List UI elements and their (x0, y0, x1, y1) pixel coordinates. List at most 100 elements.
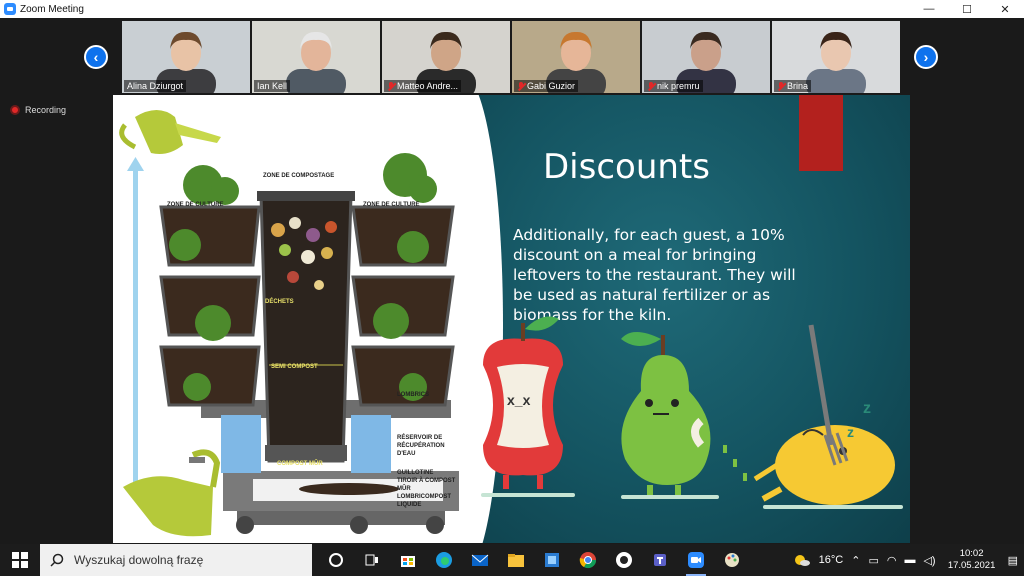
edge-app-button[interactable] (428, 544, 460, 576)
explorer-app-button[interactable] (500, 544, 532, 576)
weather-icon (794, 555, 810, 566)
clock-time: 10:02 (959, 548, 984, 559)
notifications-icon[interactable]: ▤ (1008, 554, 1018, 567)
device-icon[interactable]: ▭ (868, 554, 878, 567)
teams-app-button[interactable] (644, 544, 676, 576)
task-view-button[interactable] (356, 544, 388, 576)
slide-title: Discounts (543, 147, 710, 187)
prev-participants-button[interactable]: ‹ (84, 45, 108, 69)
wifi-icon[interactable]: ◠ (887, 554, 897, 567)
windows-taskbar: Wyszukaj dowolną frazę 16°C ⌃ ▭ ◠ ▬ ◁) 1… (0, 544, 1024, 576)
maximize-button[interactable]: ☐ (948, 0, 986, 18)
label-zone-culture-right: ZONE DE CULTURE (363, 202, 420, 208)
store-app-button[interactable] (392, 544, 424, 576)
search-placeholder: Wyszukaj dowolną frazę (74, 553, 204, 567)
photos-app-button[interactable] (536, 544, 568, 576)
label-semi-compost: SEMI COMPOST (271, 364, 318, 370)
compost-tower-diagram: ZONE DE COMPOSTAGE ZONE DE CULTURE ZONE … (119, 110, 459, 537)
participant-name-label: Ian Kell (254, 80, 291, 92)
meeting-area: ‹ Alina Dziurgot Ian Kell Matteo Andre... G… (0, 18, 1024, 544)
participant-name: Ian Kell (257, 81, 288, 91)
mic-muted-icon (777, 81, 785, 91)
app-button-2[interactable] (608, 544, 640, 576)
label-reservoir-2: RÉCUPÉRATION (397, 441, 445, 449)
label-lombricompost-2: LIQUIDE (397, 502, 421, 508)
label-lombricompost-1: LOMBRICOMPOST (397, 494, 451, 500)
participant-name: Matteo Andre... (397, 81, 459, 91)
participant-name-label: Gabi Guzior (514, 80, 579, 92)
label-lombrics: LOMBRICS (397, 392, 429, 398)
participant-name: Brina (787, 81, 809, 91)
shared-screen-slide: Discounts Additionally, for each guest, … (113, 95, 910, 543)
recording-label: Recording (25, 105, 67, 115)
taskbar-search-box[interactable]: Wyszukaj dowolną frazę (40, 544, 312, 576)
close-button[interactable]: ✕ (986, 0, 1024, 18)
chevron-up-icon[interactable]: ⌃ (851, 554, 860, 567)
clock-date: 17.05.2021 (947, 560, 996, 571)
store-icon (401, 556, 415, 567)
sleeping-potato-icon: z z (753, 324, 903, 509)
zoom-icon (688, 552, 704, 568)
participant-name-label: Matteo Andre... (384, 80, 462, 92)
zoom-app-icon (4, 3, 16, 15)
participant-tile[interactable]: Alina Dziurgot (122, 21, 250, 93)
teams-icon (654, 554, 666, 566)
record-icon (10, 105, 20, 115)
paint-icon (725, 553, 739, 567)
zoom-app-button[interactable] (680, 544, 712, 576)
participant-name: Gabi Guzior (527, 81, 576, 91)
window-titlebar: Zoom Meeting — ☐ ✕ (0, 0, 1024, 18)
recording-indicator[interactable]: Recording (10, 105, 66, 115)
participant-strip: Alina Dziurgot Ian Kell Matteo Andre... Gab… (122, 21, 900, 93)
participant-name-label: Alina Dziurgot (124, 80, 187, 92)
mic-muted-icon (647, 81, 655, 91)
apple-eyes-icon: x_x (507, 392, 531, 408)
paint-app-button[interactable] (716, 544, 748, 576)
mic-muted-icon (517, 81, 525, 91)
chrome-icon (579, 552, 597, 569)
volume-icon[interactable]: ◁) (923, 554, 935, 567)
battery-icon[interactable]: ▬ (904, 554, 915, 566)
participant-name-label: Brina (774, 80, 812, 92)
participant-tile[interactable]: Matteo Andre... (382, 21, 510, 93)
task-view-icon (365, 554, 378, 566)
water-flow-arrow-icon (127, 157, 144, 487)
minimize-button[interactable]: — (910, 0, 948, 18)
label-reservoir-1: RÉSERVOIR DE (397, 433, 442, 441)
system-tray: 16°C ⌃ ▭ ◠ ▬ ◁) 10:02 17.05.2021 ▤ (793, 544, 1024, 576)
window-controls: — ☐ ✕ (910, 0, 1024, 18)
participant-tile[interactable]: Ian Kell (252, 21, 380, 93)
label-tiroir-1: TIROIR À COMPOST (397, 477, 456, 484)
taskbar-app-icons (320, 544, 748, 576)
search-icon (50, 553, 64, 567)
label-guillotine: GUILLOTINE (397, 470, 433, 476)
participant-tile[interactable]: Brina (772, 21, 900, 93)
label-dechets: DÉCHETS (265, 297, 294, 305)
sleep-z-icon-2: z (847, 424, 854, 440)
participant-tile[interactable]: Gabi Guzior (512, 21, 640, 93)
start-button[interactable] (0, 544, 40, 576)
participant-name-label: nik premru (644, 80, 703, 92)
mail-app-button[interactable] (464, 544, 496, 576)
food-characters-illustration: x_x z z (481, 316, 903, 509)
disc-app-icon (616, 552, 632, 568)
slide-red-accent (799, 95, 843, 171)
clock[interactable]: 10:02 17.05.2021 (944, 548, 1000, 572)
edge-icon (436, 552, 452, 568)
participant-tile[interactable]: nik premru (642, 21, 770, 93)
window-title: Zoom Meeting (20, 3, 84, 15)
cortana-button[interactable] (320, 544, 352, 576)
pear-icon (621, 332, 747, 499)
cortana-icon (329, 553, 343, 567)
apple-core-icon: x_x (481, 316, 575, 497)
folder-icon (508, 554, 524, 567)
participant-name: Alina Dziurgot (127, 81, 184, 91)
weather-temperature[interactable]: 16°C (819, 554, 844, 566)
sleep-z-icon: z (863, 400, 871, 417)
label-tiroir-2: MÛR (397, 485, 411, 492)
mail-icon (471, 554, 489, 566)
windows-logo-icon (12, 552, 28, 568)
chrome-app-button[interactable] (572, 544, 604, 576)
next-participants-button[interactable]: › (914, 45, 938, 69)
watering-can-top-icon (119, 110, 221, 154)
